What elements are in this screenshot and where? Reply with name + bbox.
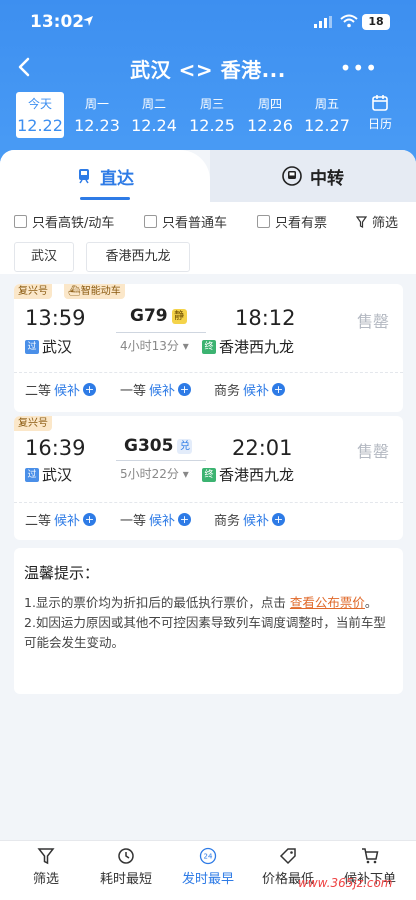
date-item-tue[interactable]: 周二 12.24 [130,92,178,138]
calendar-button[interactable]: 日历 [360,94,400,132]
departure-time: 16:39 [25,436,86,460]
train-card[interactable]: 复兴号 ⛴智能动车 13:59 G79 静 18:12 售罄 过武汉 4小时13分… [14,284,403,412]
cart-icon [362,848,379,864]
filter-icon [37,848,55,865]
checkbox[interactable] [144,215,157,228]
24h-icon: 24 [199,847,217,865]
ticket-status: 售罄 [357,312,390,331]
view-published-fare-link[interactable]: 查看公布票价 [290,595,365,610]
tab-direct[interactable]: 直达 [0,150,210,202]
header: 13:02 18 武汉 <> 香港... ••• 今天 12.22 周一 12.23… [0,0,416,170]
smart-train-icon: ⛴ [68,286,81,297]
date-item-fri[interactable]: 周五 12.27 [303,92,351,138]
filter-button[interactable]: 筛选 [356,212,398,231]
train-number: G79 静 [130,306,187,326]
wifi-icon [340,14,358,28]
sort-filter-button[interactable]: 筛选 [6,847,86,887]
tab-underline [80,197,130,200]
nav-bar: 武汉 <> 香港... ••• [0,48,416,88]
train-number: G305 兑 [124,436,193,456]
notice-title: 温馨提示： [24,564,100,582]
sort-earliest-button[interactable]: 24 发时最早 [168,847,248,887]
plus-icon[interactable]: + [83,513,97,526]
station-chip-to[interactable]: 香港西九龙 [86,242,190,272]
filter-regular[interactable]: 只看普通车 [144,212,227,231]
duration: 4小时13分 ▾ [120,339,189,353]
arrival-time: 22:01 [232,436,293,460]
date-item-today[interactable]: 今天 12.22 [16,92,64,138]
train-icon [79,169,89,184]
plus-icon[interactable]: + [272,513,286,526]
train-tag: 复兴号 [14,284,52,299]
redeem-badge: 兑 [177,439,193,454]
pass-badge: 过 [25,467,39,482]
checkbox[interactable] [257,215,270,228]
route-tabs: 直达 中转 [0,150,416,202]
pass-badge: 过 [25,339,39,354]
date-selector: 今天 12.22 周一 12.23 周二 12.24 周三 12.25 周四 12.26 … [14,92,414,140]
bottom-toolbar: 筛选 耗时最短 24 发时最早 价格最低 候补下单 [0,840,416,900]
tab-transfer[interactable]: 中转 [210,150,416,202]
seat-business-class[interactable]: 商务 候补 + [214,510,286,529]
filter-high-speed[interactable]: 只看高铁/动车 [14,212,114,231]
svg-text:24: 24 [204,853,213,861]
status-bar: 13:02 18 [0,0,416,44]
terminal-badge: 终 [202,339,216,354]
checkbox[interactable] [14,215,27,228]
seat-second-class[interactable]: 二等 候补 + [25,380,97,399]
ticket-status: 售罄 [357,442,390,461]
route-line [116,332,206,333]
notice-card: 温馨提示： 1.显示的票价均为折扣后的最低执行票价，点击 查看公布票价。 2.如… [14,548,403,694]
battery-indicator: 18 [362,14,390,30]
funnel-icon [356,215,367,228]
route-line [116,460,206,461]
date-item-wed[interactable]: 周三 12.25 [188,92,236,138]
plus-icon[interactable]: + [178,513,192,526]
train-tag: 复兴号 [14,416,52,431]
location-arrow-icon [83,16,93,26]
transfer-train-icon [282,166,302,186]
calendar-icon [372,95,388,111]
to-station: 终香港西九龙 [202,336,294,357]
seat-row: 二等 候补 + 一等 候补 + 商务 候补 + [14,502,403,532]
train-card[interactable]: 复兴号 16:39 G305 兑 22:01 售罄 过武汉 5小时22分 ▾ 终香… [14,416,403,540]
seat-first-class[interactable]: 一等 候补 + [120,380,192,399]
from-station: 过武汉 [25,336,72,357]
seat-row: 二等 候补 + 一等 候补 + 商务 候补 + [14,372,403,402]
notice-line-1: 1.显示的票价均为折扣后的最低执行票价，点击 查看公布票价。 [24,595,378,610]
from-station: 过武汉 [25,464,72,485]
clock-icon [118,848,134,864]
filter-available[interactable]: 只看有票 [257,212,327,231]
seat-first-class[interactable]: 一等 候补 + [120,510,192,529]
arrival-time: 18:12 [235,306,296,330]
plus-icon[interactable]: + [83,383,97,396]
watermark: www.365jz.com [298,876,393,890]
more-icon[interactable]: ••• [340,56,378,80]
chevron-down-icon[interactable]: ▾ [183,339,189,353]
seat-second-class[interactable]: 二等 候补 + [25,510,97,529]
notice-line-2: 2.如因运力原因或其他不可控因素导致列车调度调整时，当前车型可能会发生变动。 [24,615,386,650]
plus-icon[interactable]: + [178,383,192,396]
terminal-badge: 终 [202,467,216,482]
date-item-thu[interactable]: 周四 12.26 [246,92,294,138]
sort-shortest-button[interactable]: 耗时最短 [86,847,166,887]
plus-icon[interactable]: + [272,383,286,396]
departure-time: 13:59 [25,306,86,330]
train-tag-smart: ⛴智能动车 [64,284,125,299]
status-time: 13:02 [30,12,85,32]
seat-business-class[interactable]: 商务 候补 + [214,380,286,399]
price-tag-icon [279,848,296,865]
calendar-label: 日历 [367,117,392,131]
to-station: 终香港西九龙 [202,464,294,485]
station-chips: 武汉 香港西九龙 [0,240,416,274]
duration: 5小时22分 ▾ [120,467,189,481]
station-chip-from[interactable]: 武汉 [14,242,74,272]
chevron-down-icon[interactable]: ▾ [183,467,189,481]
quiet-car-badge: 静 [171,309,187,324]
filter-bar: 只看高铁/动车 只看普通车 只看有票 筛选 [0,202,416,240]
date-item-mon[interactable]: 周一 12.23 [73,92,121,138]
signal-icon [314,16,332,28]
